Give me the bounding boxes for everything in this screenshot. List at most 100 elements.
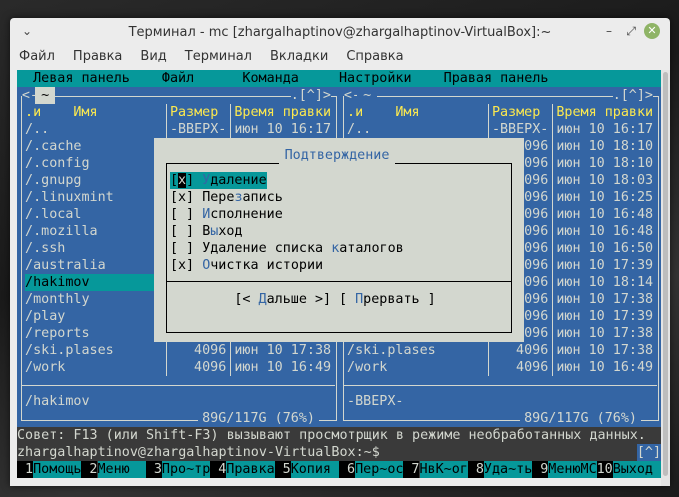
dialog-checkbox-1[interactable]: [x] Перезапись: [170, 189, 283, 206]
file-row-name[interactable]: /work: [347, 359, 387, 376]
keybar-number: 2: [81, 461, 98, 478]
file-row-name[interactable]: /reports: [25, 325, 90, 342]
keybar-Правка[interactable]: Правка: [226, 461, 275, 478]
left-col-name[interactable]: Имя: [73, 104, 97, 121]
abort-button-open: [: [338, 292, 356, 307]
close-icon[interactable]: ✕: [644, 23, 660, 39]
checkbox-space: [194, 258, 202, 273]
right-col-time[interactable]: Время правки: [556, 104, 653, 121]
file-row-name[interactable]: /.linuxmint: [25, 189, 114, 206]
left-col-size[interactable]: Размер: [170, 104, 218, 121]
file-row-time: июн 10 16:50: [556, 241, 654, 256]
file-row-name[interactable]: /.mozilla: [25, 223, 98, 240]
terminal-scrollbar[interactable]: [661, 70, 670, 486]
right-col-name[interactable]: Имя: [395, 104, 419, 121]
checkbox-label: ход: [218, 224, 243, 239]
left-col-time[interactable]: Время правки: [234, 104, 331, 121]
window-menu-chevron-icon[interactable]: ⌄: [22, 24, 32, 38]
file-row-time: июн 10 16:49: [234, 360, 332, 375]
file-row-name[interactable]: /.gnupg: [25, 172, 81, 189]
right-path[interactable]: ~: [357, 87, 378, 104]
menu-tabs[interactable]: Вкладки: [261, 46, 337, 68]
minimize-icon[interactable]: –: [606, 24, 612, 38]
right-corner-buttons[interactable]: .[^]>: [612, 87, 653, 104]
checkbox-label: сполнение: [210, 207, 283, 222]
right-mini-status: -ВВЕРХ-: [347, 394, 404, 409]
dialog-checkbox-2[interactable]: [ ] Исполнение: [170, 206, 283, 223]
file-row-name[interactable]: /monthly: [25, 291, 90, 308]
keybar-Про~тр[interactable]: Про~тр: [161, 461, 211, 478]
mc-menu-file[interactable]: Файл: [162, 70, 194, 87]
keybar-Выход[interactable]: Выход: [612, 461, 661, 478]
left-path[interactable]: ~: [35, 87, 56, 104]
checkbox-mark: [ ]: [169, 224, 195, 239]
mc-menu-left-panel[interactable]: Левая панель: [33, 70, 130, 87]
keybar-МенюМС[interactable]: МенюМС: [548, 461, 597, 478]
dialog-checkbox-0[interactable]: [x] Удаление: [169, 172, 267, 189]
keybar-Пер~ос[interactable]: Пер~ос: [355, 461, 404, 478]
maximize-icon[interactable]: ⤢: [626, 24, 636, 39]
keybar-Помощь[interactable]: Помощь: [33, 461, 82, 478]
dialog-checkbox-5[interactable]: [x] Очистка истории: [170, 257, 323, 274]
menu-edit[interactable]: Правка: [64, 46, 131, 68]
next-button-hotkey: Д: [258, 292, 267, 307]
file-row-time: июн 10 17:38: [234, 343, 332, 358]
file-row-name[interactable]: /work: [25, 359, 65, 376]
left-corner-buttons[interactable]: .[^]>: [290, 87, 331, 104]
menu-view[interactable]: Вид: [131, 46, 175, 68]
file-row-time: июн 10 16:17: [556, 122, 654, 137]
file-row-name[interactable]: /..: [25, 121, 49, 138]
keybar-number: 6: [339, 461, 356, 478]
keybar-number: 9: [532, 461, 549, 478]
checkbox-mark: [x]: [169, 258, 195, 273]
checkbox-mark: [x]: [169, 190, 195, 205]
file-row-time: июн 10 16:48: [556, 224, 654, 239]
file-row-size: 4096: [516, 360, 549, 375]
file-row-name[interactable]: /ski.plases: [347, 342, 436, 359]
abort-button-hotkey: П: [355, 292, 364, 307]
keybar-number: 4: [210, 461, 227, 478]
right-sort-indicator[interactable]: .и: [347, 104, 363, 121]
file-row-name[interactable]: /play: [25, 308, 65, 325]
menu-terminal[interactable]: Терминал: [176, 46, 261, 68]
file-row-name[interactable]: /ski.plases: [25, 342, 114, 359]
mc-menu-right-panel[interactable]: Правая панель: [444, 70, 549, 87]
left-sort-indicator[interactable]: .и: [25, 104, 41, 121]
file-row-time: июн 10 17:39: [556, 258, 654, 273]
keybar-Меню[interactable]: Меню: [97, 461, 146, 478]
confirmation-dialog: Подтверждение [x] Удаление [x] Перезапись…: [153, 138, 525, 342]
abort-button[interactable]: [ Прервать ]: [339, 291, 436, 308]
file-row-name[interactable]: /.local: [25, 206, 81, 223]
file-row-time: июн 10 18:03: [556, 173, 654, 188]
dialog-checkbox-4[interactable]: [ ] Удаление списка каталогов: [170, 240, 404, 257]
file-row-name[interactable]: /hakimov: [25, 274, 90, 291]
file-row-time: июн 10 16:25: [556, 190, 654, 205]
right-col-size[interactable]: Размер: [492, 104, 540, 121]
keybar-Уда~ть[interactable]: Уда~ть: [483, 461, 533, 478]
dialog-checkbox-3[interactable]: [ ] Выход: [170, 223, 243, 240]
mc-menu-command[interactable]: Команда: [242, 70, 298, 87]
prompt-history-button[interactable]: [^]: [636, 444, 661, 461]
file-row-name[interactable]: /.cache: [25, 138, 81, 155]
checkbox-space: [194, 241, 202, 256]
file-row-time: июн 10 17:38: [556, 343, 654, 358]
menu-help[interactable]: Справка: [337, 46, 412, 68]
mc-menu-options[interactable]: Настройки: [339, 70, 412, 87]
file-row-size: -ВВЕРХ-: [491, 122, 549, 137]
keybar-НвК~ог[interactable]: НвК~ог: [419, 461, 468, 478]
file-row-name[interactable]: /.ssh: [25, 240, 65, 257]
menu-file[interactable]: Файл: [10, 46, 64, 68]
file-row-time: июн 10 18:14: [556, 275, 654, 290]
right-disk-usage: 89G/117G (76%): [520, 410, 641, 427]
file-row-name[interactable]: /.config: [25, 155, 90, 172]
scrollbar-thumb[interactable]: [663, 72, 668, 476]
hint-line: Совет: F13 (или Shift-F3) вызывают просм…: [17, 428, 646, 443]
file-row-name[interactable]: /australia: [25, 257, 106, 274]
left-disk-usage: 89G/117G (76%): [198, 410, 319, 427]
shell-prompt[interactable]: zhargalhaptinov@zhargalhaptinov-VirtualB…: [17, 444, 380, 461]
file-row-name[interactable]: /..: [347, 121, 371, 138]
abort-button-label: рервать: [363, 292, 420, 307]
keybar-Копия[interactable]: Копия: [290, 461, 339, 478]
next-button[interactable]: [< Дальше >]: [234, 291, 331, 308]
terminal-area[interactable]: Левая панель Файл Команда Настройки Прав…: [17, 70, 661, 478]
